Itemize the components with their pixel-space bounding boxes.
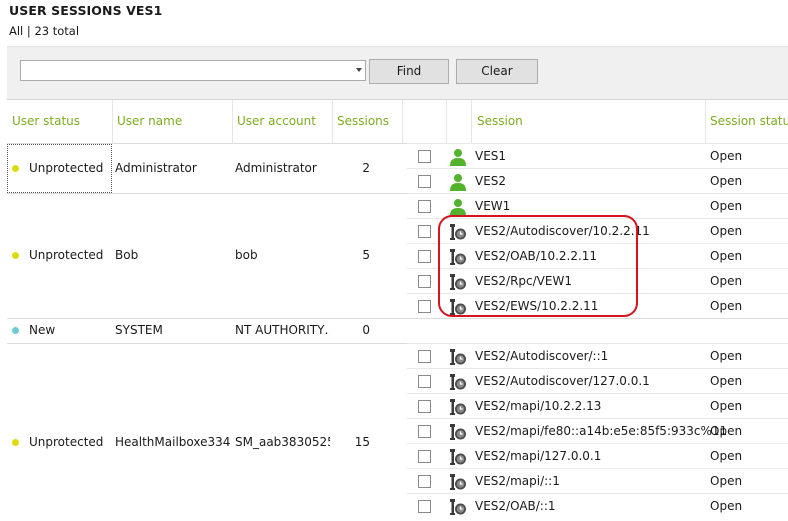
column-header-user-status[interactable]: User status: [7, 100, 112, 143]
column-divider: [402, 100, 403, 143]
user-icon: [449, 148, 467, 166]
session-status: Open: [710, 249, 743, 263]
session-row[interactable]: VES2/mapi/::1 Open: [407, 468, 788, 493]
session-status: Open: [710, 374, 743, 388]
session-status: Open: [710, 349, 743, 363]
user-status-label: Unprotected: [29, 248, 104, 262]
session-row[interactable]: VES2/mapi/127.0.0.1 Open: [407, 443, 788, 468]
session-status: Open: [710, 299, 743, 313]
user-sessions-count[interactable]: 0: [337, 318, 372, 342]
status-dot-icon: [12, 326, 19, 334]
user-status-cell[interactable]: New: [12, 318, 112, 342]
chevron-down-icon[interactable]: [356, 68, 362, 72]
clear-button[interactable]: Clear: [456, 59, 538, 84]
service-icon: [449, 473, 467, 491]
session-name: VES2/mapi/fe80::a14b:e5e:85f5:933c%11: [475, 424, 728, 438]
session-name: VES2/mapi/::1: [475, 474, 560, 488]
session-row[interactable]: VES2/Autodiscover/::1 Open: [407, 343, 788, 368]
session-row[interactable]: VES1 Open: [407, 143, 788, 168]
user-status-cell[interactable]: Unprotected: [12, 430, 112, 454]
find-button[interactable]: Find: [369, 59, 449, 84]
session-status: Open: [710, 174, 743, 188]
service-icon: [449, 398, 467, 416]
session-checkbox[interactable]: [418, 300, 431, 313]
user-name-cell[interactable]: SYSTEM: [115, 318, 230, 342]
session-status: Open: [710, 499, 743, 513]
session-name: VES1: [475, 149, 507, 163]
session-status: Open: [710, 399, 743, 413]
user-status-cell[interactable]: Unprotected: [12, 243, 112, 267]
sessions-grid: User status User name User account Sessi…: [7, 99, 788, 521]
session-name: VES2/Autodiscover/127.0.0.1: [475, 374, 650, 388]
row-divider: [7, 193, 407, 194]
total-count: All | 23 total: [9, 24, 80, 38]
session-row[interactable]: VES2/mapi/fe80::a14b:e5e:85f5:933c%11 Ope…: [407, 418, 788, 443]
page-title: USER SESSIONS VES1: [9, 3, 163, 18]
session-row[interactable]: VES2/mapi/10.2.2.13 Open: [407, 393, 788, 418]
session-checkbox[interactable]: [418, 225, 431, 238]
filter-input[interactable]: [21, 61, 349, 80]
user-status-label: Unprotected: [29, 435, 104, 449]
user-icon: [449, 198, 467, 216]
session-name: VES2/mapi/127.0.0.1: [475, 449, 602, 463]
session-checkbox[interactable]: [418, 475, 431, 488]
status-dot-icon: [12, 438, 19, 446]
status-dot-icon: [12, 251, 19, 259]
filter-combobox[interactable]: [20, 60, 366, 81]
column-header-sessions[interactable]: Sessions: [332, 100, 402, 143]
session-status: Open: [710, 424, 743, 438]
session-checkbox[interactable]: [418, 275, 431, 288]
service-icon: [449, 373, 467, 391]
user-account-cell[interactable]: bob: [235, 243, 330, 267]
session-name: VES2/OAB/::1: [475, 499, 556, 513]
session-checkbox[interactable]: [418, 500, 431, 513]
session-checkbox[interactable]: [418, 150, 431, 163]
user-icon: [449, 173, 467, 191]
session-status: Open: [710, 449, 743, 463]
session-checkbox[interactable]: [418, 350, 431, 363]
column-header-session-status[interactable]: Session status: [705, 100, 788, 143]
session-checkbox[interactable]: [418, 400, 431, 413]
service-icon: [449, 423, 467, 441]
column-header-user-name[interactable]: User name: [112, 100, 232, 143]
session-status: Open: [710, 274, 743, 288]
session-checkbox[interactable]: [418, 375, 431, 388]
column-header-session[interactable]: Session: [472, 100, 702, 143]
user-account-cell[interactable]: SM_aab3830525…: [235, 430, 330, 454]
user-status-label: Unprotected: [29, 161, 104, 175]
session-checkbox[interactable]: [418, 450, 431, 463]
session-status: Open: [710, 149, 743, 163]
service-icon: [449, 448, 467, 466]
user-account-cell[interactable]: NT AUTHORITY…: [235, 318, 330, 342]
session-status: Open: [710, 474, 743, 488]
user-status-label: New: [29, 323, 56, 337]
session-checkbox[interactable]: [418, 425, 431, 438]
user-name-cell[interactable]: HealthMailboxe334…: [115, 430, 230, 454]
user-sessions-count[interactable]: 15: [337, 430, 372, 454]
session-row[interactable]: VES2 Open: [407, 168, 788, 193]
service-icon: [449, 348, 467, 366]
user-name-cell[interactable]: Administrator: [115, 156, 230, 180]
status-dot-icon: [12, 164, 19, 172]
session-name: VES2: [475, 174, 507, 188]
service-icon: [449, 498, 467, 516]
session-name: VES2/Autodiscover/::1: [475, 349, 609, 363]
user-sessions-count[interactable]: 5: [337, 243, 372, 267]
session-checkbox[interactable]: [418, 250, 431, 263]
user-sessions-count[interactable]: 2: [337, 156, 372, 180]
session-checkbox[interactable]: [418, 175, 431, 188]
session-row[interactable]: VES2/Autodiscover/127.0.0.1 Open: [407, 368, 788, 393]
filter-toolbar: Find Clear: [7, 46, 788, 99]
session-name: VES2/mapi/10.2.2.13: [475, 399, 602, 413]
session-status: Open: [710, 224, 743, 238]
user-account-cell[interactable]: Administrator: [235, 156, 330, 180]
session-checkbox[interactable]: [418, 200, 431, 213]
session-row[interactable]: VES2/OAB/::1 Open: [407, 493, 788, 518]
user-status-cell[interactable]: Unprotected: [12, 156, 112, 180]
column-header-user-account[interactable]: User account: [232, 100, 332, 143]
user-name-cell[interactable]: Bob: [115, 243, 230, 267]
session-status: Open: [710, 199, 743, 213]
red-highlight-annotation: [438, 215, 638, 317]
column-divider: [446, 100, 447, 143]
